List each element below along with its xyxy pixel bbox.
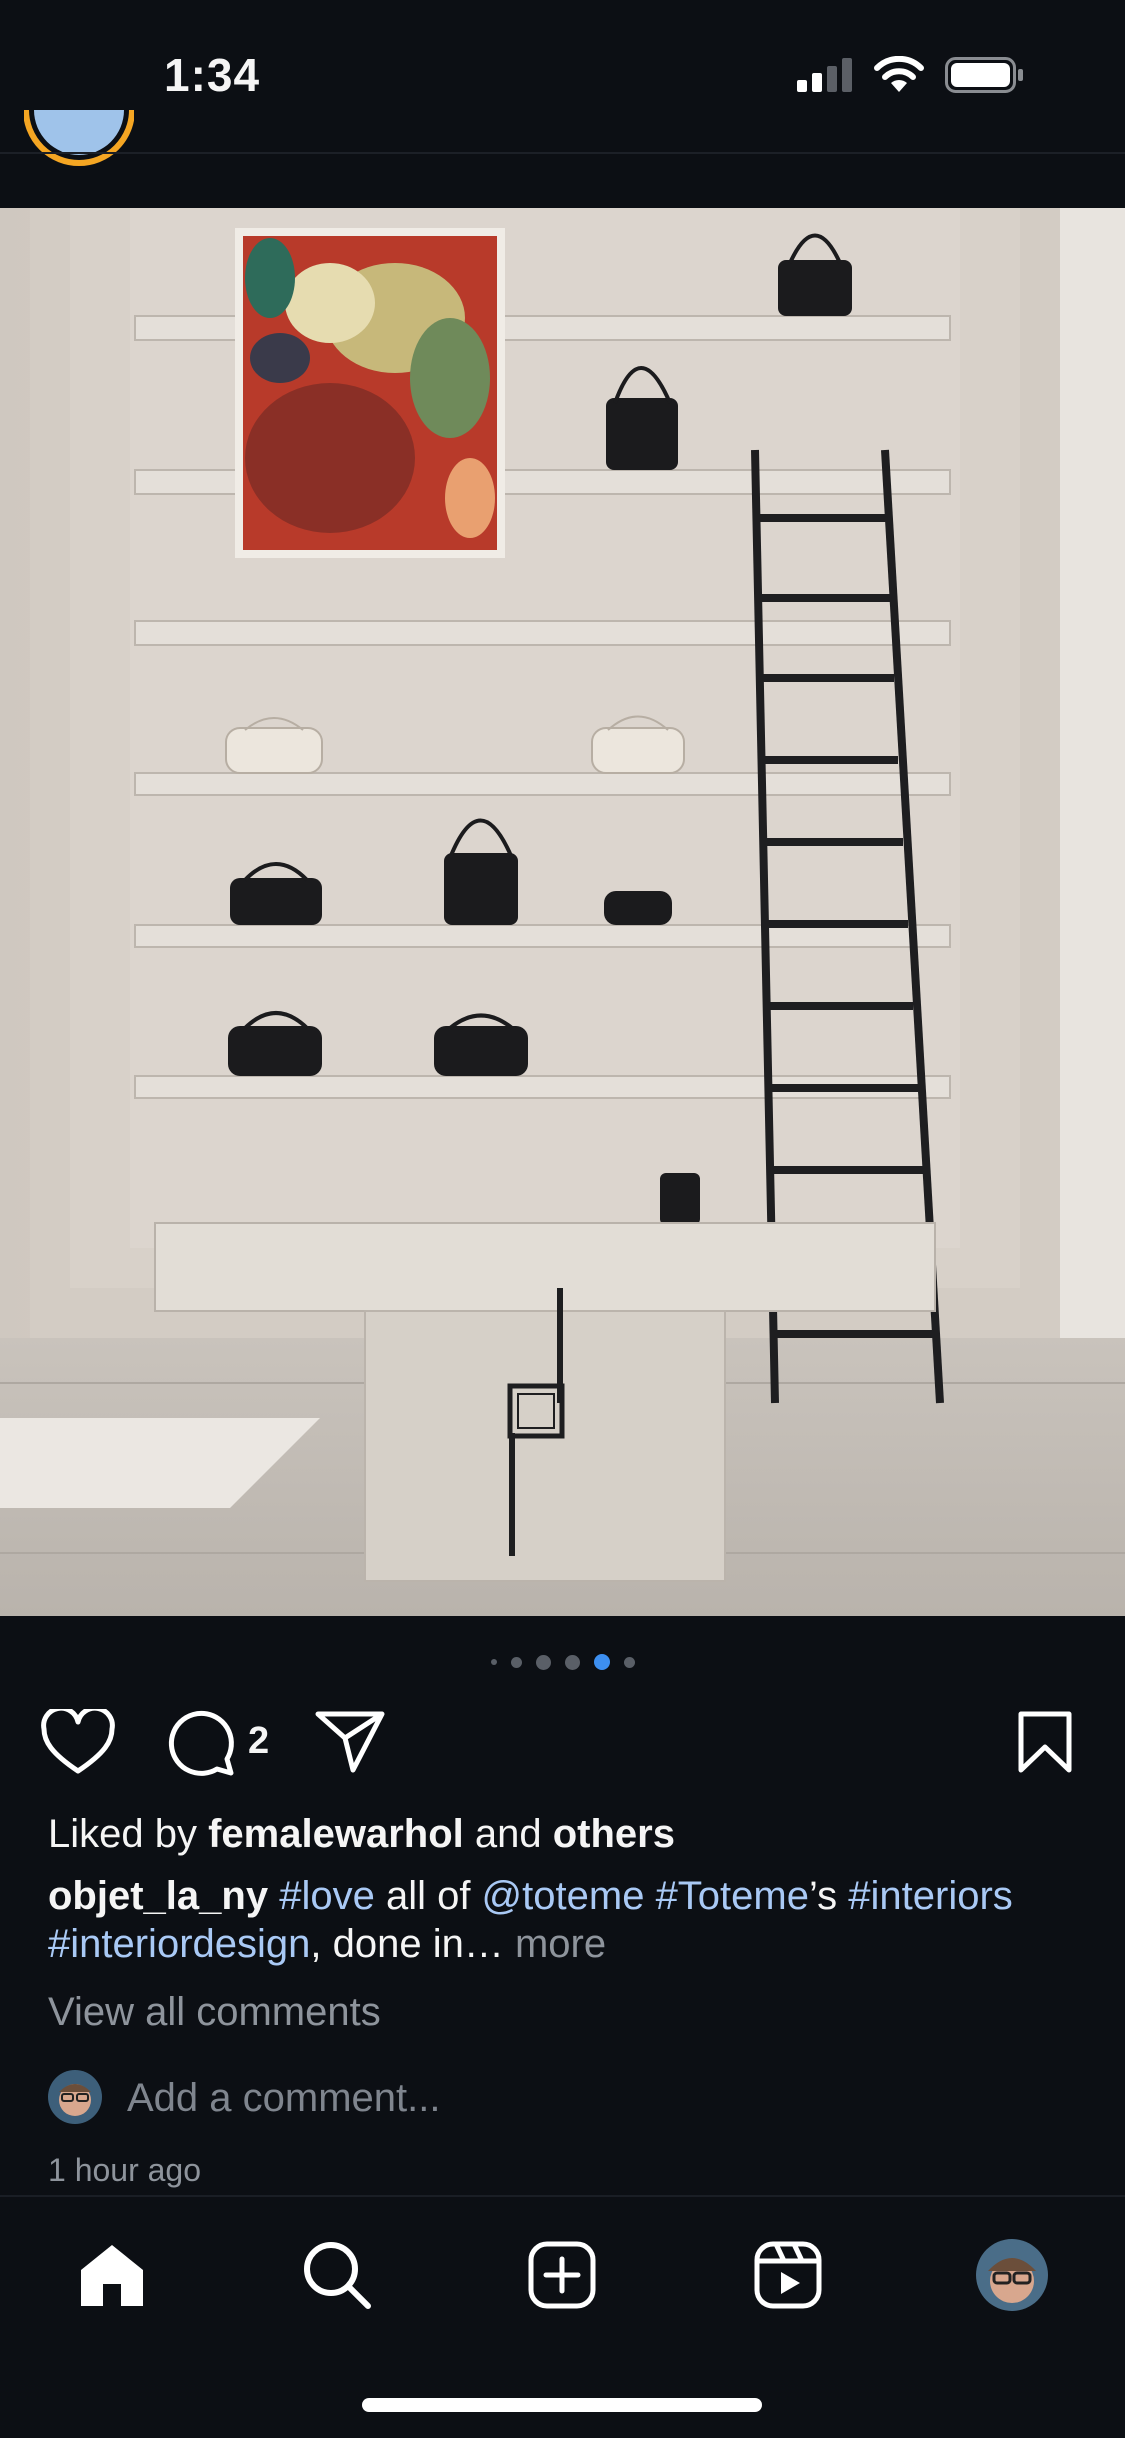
status-time: 1:34 [164, 49, 261, 101]
status-bar: 1:34 [0, 0, 1125, 150]
store-interior-photo [0, 208, 1125, 1616]
carousel-indicator [0, 1652, 1125, 1672]
share-button[interactable] [310, 1700, 390, 1784]
view-all-comments-link[interactable]: View all comments [48, 1990, 381, 2035]
carousel-dot [510, 1656, 522, 1668]
tab-search[interactable] [297, 2235, 377, 2315]
caption-text: ’s [808, 1874, 838, 1918]
home-icon [81, 2245, 143, 2306]
hashtag-interiordesign[interactable]: #interiordesign [48, 1922, 310, 1966]
mention-toteme[interactable]: @toteme [482, 1874, 645, 1918]
caption-more-link[interactable]: more [515, 1922, 606, 1966]
carousel-dot [623, 1656, 635, 1668]
carousel-dot [564, 1654, 580, 1670]
post-caption: objet_la_ny #love all of @toteme #Toteme… [48, 1872, 1068, 1968]
comment-button[interactable] [160, 1700, 240, 1784]
reels-icon [754, 2241, 822, 2309]
hashtag-love[interactable]: #love [279, 1874, 375, 1918]
liked-by-others[interactable]: others [553, 1812, 675, 1856]
save-button[interactable] [1005, 1700, 1085, 1784]
avatar-ring-icon [24, 110, 134, 166]
add-comment-input[interactable]: Add a comment... [127, 2076, 440, 2121]
create-icon [528, 2241, 596, 2309]
avatar [48, 2070, 102, 2124]
liked-by[interactable]: Liked by femalewarhol and others [48, 1812, 675, 1857]
bookmark-icon [1018, 1711, 1072, 1773]
carousel-dot [535, 1654, 551, 1670]
hashtag-interiors[interactable]: #interiors [848, 1874, 1013, 1918]
tab-reels[interactable] [748, 2235, 828, 2315]
story-avatar-ring[interactable] [24, 110, 134, 192]
liked-by-user[interactable]: femalewarhol [208, 1812, 464, 1856]
comment-count[interactable]: 2 [248, 1720, 269, 1763]
liked-by-and: and [463, 1812, 553, 1856]
profile-avatar [976, 2239, 1048, 2311]
tab-profile[interactable] [972, 2235, 1052, 2315]
like-button[interactable] [38, 1700, 118, 1784]
battery-icon [945, 57, 1023, 93]
cellular-signal-icon [797, 58, 852, 92]
heart-icon [41, 1709, 115, 1774]
post-timestamp: 1 hour ago [48, 2152, 202, 2188]
user-avatar-icon [48, 2070, 102, 2124]
post-actions [0, 1700, 1125, 1790]
carousel-dot-active [593, 1654, 610, 1670]
header-divider [0, 152, 1125, 154]
home-indicator[interactable] [362, 2398, 762, 2412]
caption-username[interactable]: objet_la_ny [48, 1874, 268, 1918]
liked-by-prefix: Liked by [48, 1812, 209, 1856]
tab-create[interactable] [522, 2235, 602, 2315]
post-image[interactable] [0, 208, 1125, 1616]
search-icon [304, 2242, 371, 2309]
wifi-icon [874, 56, 924, 92]
hashtag-toteme[interactable]: #Toteme [656, 1874, 809, 1918]
caption-text: , done in… [310, 1922, 515, 1966]
comment-icon [168, 1710, 234, 1776]
carousel-dot [490, 1659, 497, 1665]
send-icon [315, 1711, 385, 1773]
caption-text: all of [374, 1874, 482, 1918]
tab-home[interactable] [72, 2235, 152, 2315]
